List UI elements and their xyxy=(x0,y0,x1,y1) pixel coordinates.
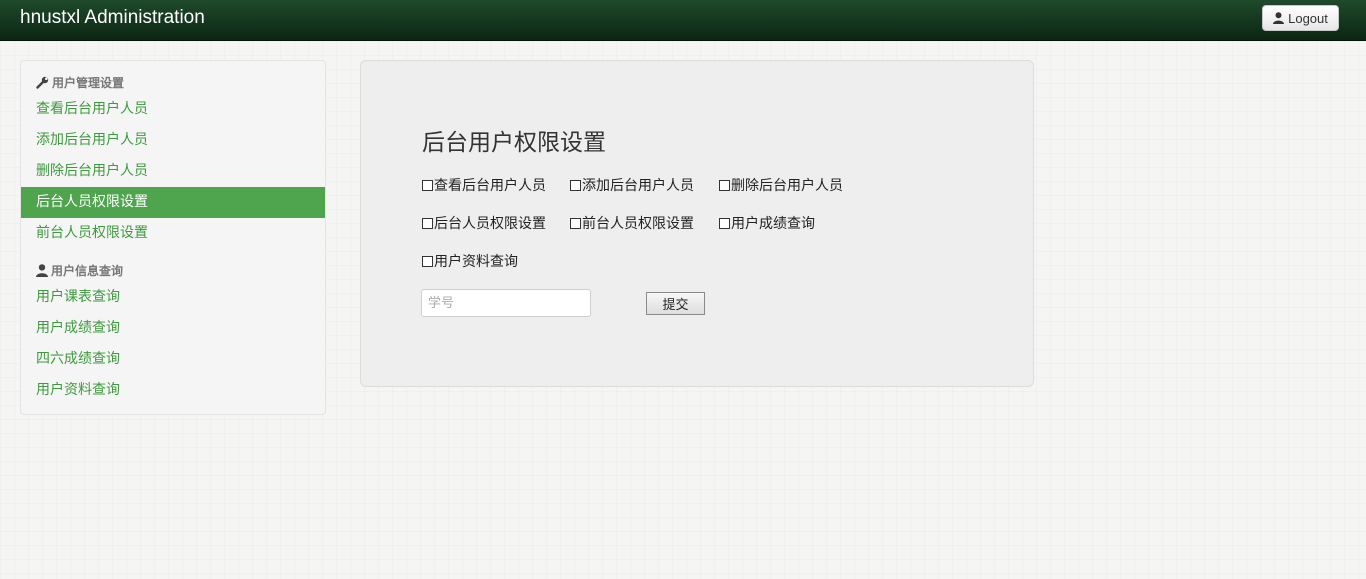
sidebar-item-add-admin-users[interactable]: 添加后台用户人员 xyxy=(21,125,325,156)
checkbox[interactable] xyxy=(422,255,433,267)
logout-label: Logout xyxy=(1288,10,1328,26)
permission-delete-admin-users[interactable]: 删除后台用户人员 xyxy=(719,176,843,194)
sidebar-item-delete-admin-users[interactable]: 删除后台用户人员 xyxy=(21,156,325,187)
student-id-input[interactable] xyxy=(421,289,591,317)
permission-admin-permissions[interactable]: 后台人员权限设置 xyxy=(422,214,546,232)
sidebar-header-user-management: 用户管理设置 xyxy=(36,73,124,91)
logout-button[interactable]: Logout xyxy=(1262,5,1339,31)
sidebar-item-profile-query[interactable]: 用户资料查询 xyxy=(21,375,325,406)
checkbox[interactable] xyxy=(719,179,730,191)
wrench-icon xyxy=(36,76,49,89)
permission-frontend-permissions[interactable]: 前台人员权限设置 xyxy=(570,214,694,232)
sidebar-item-frontend-permissions[interactable]: 前台人员权限设置 xyxy=(21,218,325,249)
checkbox[interactable] xyxy=(570,179,581,191)
brand-title[interactable]: hnustxl Administration xyxy=(20,7,205,29)
permission-view-admin-users[interactable]: 查看后台用户人员 xyxy=(422,176,546,194)
permission-panel: 后台用户权限设置 查看后台用户人员 添加后台用户人员 删除后台用户人员 后台人员… xyxy=(360,60,1034,387)
sidebar: 用户管理设置 查看后台用户人员 添加后台用户人员 删除后台用户人员 后台人员权限… xyxy=(20,60,326,415)
permission-grade-query[interactable]: 用户成绩查询 xyxy=(719,214,815,232)
top-navbar: hnustxl Administration Logout xyxy=(0,0,1366,41)
sidebar-item-grade-query[interactable]: 用户成绩查询 xyxy=(21,313,325,344)
sidebar-item-admin-permissions[interactable]: 后台人员权限设置 xyxy=(21,187,325,218)
submit-button[interactable]: 提交 xyxy=(646,292,705,315)
sidebar-item-view-admin-users[interactable]: 查看后台用户人员 xyxy=(21,94,325,125)
sidebar-item-course-schedule[interactable]: 用户课表查询 xyxy=(21,282,325,313)
sidebar-header-user-info-query: 用户信息查询 xyxy=(36,261,123,279)
sidebar-item-cet-score-query[interactable]: 四六成绩查询 xyxy=(21,344,325,375)
page-title: 后台用户权限设置 xyxy=(422,130,606,156)
checkbox[interactable] xyxy=(719,217,730,229)
permission-add-admin-users[interactable]: 添加后台用户人员 xyxy=(570,176,694,194)
user-icon xyxy=(36,263,48,277)
checkbox[interactable] xyxy=(570,217,581,229)
checkbox[interactable] xyxy=(422,217,433,229)
user-icon xyxy=(1273,12,1285,24)
checkbox[interactable] xyxy=(422,179,433,191)
permission-profile-query[interactable]: 用户资料查询 xyxy=(422,252,518,270)
